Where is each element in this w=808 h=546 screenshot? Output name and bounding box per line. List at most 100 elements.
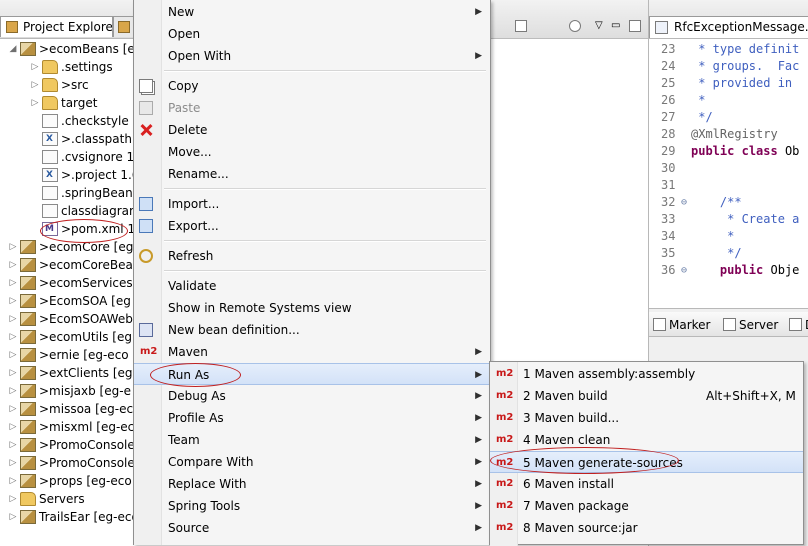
collapsed-arrow-icon[interactable]: ▷ bbox=[30, 58, 40, 76]
tree-item-missoa-eg-ec[interactable]: ▷ >missoa [eg-ec bbox=[0, 400, 134, 418]
tree-item-promoconsole[interactable]: ▷ >PromoConsole bbox=[0, 454, 135, 472]
tab-project-explorer[interactable]: Project Explorer bbox=[0, 16, 113, 37]
tree-item-ecomsoa-eg[interactable]: ▷ >EcomSOA [eg bbox=[0, 292, 134, 310]
expanded-arrow-icon[interactable]: ◢ bbox=[8, 40, 18, 58]
menu-item-rename[interactable]: Rename... bbox=[134, 163, 490, 185]
menu-item-label: Compare With bbox=[168, 455, 254, 469]
collapsed-arrow-icon[interactable]: ▷ bbox=[8, 382, 18, 400]
collapsed-arrow-icon[interactable]: ▷ bbox=[8, 328, 18, 346]
tree-item-label: >src bbox=[61, 78, 89, 92]
tree-item-promoconsole[interactable]: ▷ >PromoConsole bbox=[0, 436, 135, 454]
tree-item-props-eg-eco[interactable]: ▷ >props [eg-eco bbox=[0, 472, 134, 490]
collapsed-arrow-icon[interactable]: ▷ bbox=[30, 76, 40, 94]
tree-item-label: >missoa [eg-ec bbox=[39, 402, 134, 416]
collapsed-arrow-icon[interactable]: ▷ bbox=[8, 472, 18, 490]
tree-item-misxml-eg-ec[interactable]: ▷ >misxml [eg-ec bbox=[0, 418, 134, 436]
menu-item-show-in-remote-systems-view[interactable]: Show in Remote Systems view bbox=[134, 297, 490, 319]
fold-toggle-icon[interactable]: ⊖ bbox=[681, 262, 687, 279]
tree-item-settings[interactable]: ▷ .settings bbox=[0, 58, 134, 76]
tree-item-ecomutils-eg[interactable]: ▷ >ecomUtils [eg bbox=[0, 328, 134, 346]
tree-item-src[interactable]: ▷ >src bbox=[0, 76, 134, 94]
collapsed-arrow-icon[interactable]: ▷ bbox=[8, 274, 18, 292]
minimize-icon[interactable]: ▭ bbox=[611, 20, 623, 32]
tab-data[interactable]: Da bbox=[787, 315, 808, 335]
collapsed-arrow-icon[interactable]: ▷ bbox=[8, 292, 18, 310]
tree-item-ernie-eg-eco[interactable]: ▷ >ernie [eg-eco bbox=[0, 346, 134, 364]
menu-item-validate[interactable]: Validate bbox=[134, 275, 490, 297]
tree-item-project-1-6[interactable]: >.project 1.6 bbox=[0, 166, 139, 184]
menu-item-debug-as[interactable]: Debug As ▶ bbox=[134, 385, 490, 407]
collapsed-arrow-icon[interactable]: ▷ bbox=[8, 454, 18, 472]
collapsed-arrow-icon[interactable]: ▷ bbox=[30, 94, 40, 112]
tab-package-explorer[interactable] bbox=[113, 16, 134, 37]
tree-item-classpath[interactable]: >.classpath bbox=[0, 130, 134, 148]
menu-item-source[interactable]: Source ▶ bbox=[134, 517, 490, 539]
collapsed-arrow-icon[interactable]: ▷ bbox=[8, 490, 18, 508]
tree-item-target[interactable]: ▷ target bbox=[0, 94, 134, 112]
menu-item-export[interactable]: Export... bbox=[134, 215, 490, 237]
menu-item-delete[interactable]: Delete bbox=[134, 119, 490, 141]
menu-item-open-with[interactable]: Open With ▶ bbox=[134, 45, 490, 67]
menu-item-refresh[interactable]: Refresh bbox=[134, 245, 490, 267]
collapsed-arrow-icon[interactable]: ▷ bbox=[8, 310, 18, 328]
collapsed-arrow-icon[interactable]: ▷ bbox=[8, 418, 18, 436]
tree-item-extclients-eg[interactable]: ▷ >extClients [eg bbox=[0, 364, 134, 382]
submenu-item-1-maven-assembly-assembly[interactable]: m2 1 Maven assembly:assembly bbox=[490, 363, 803, 385]
tree-item-servers[interactable]: ▷ Servers bbox=[0, 490, 134, 508]
tree-item-misjaxb-eg-e[interactable]: ▷ >misjaxb [eg-e bbox=[0, 382, 134, 400]
submenu-item-6-maven-install[interactable]: m2 6 Maven install bbox=[490, 473, 803, 495]
fold-toggle-icon[interactable]: ⊖ bbox=[681, 194, 687, 211]
tree-item-ecomservices[interactable]: ▷ >ecomServices bbox=[0, 274, 134, 292]
submenu-item-label: 7 Maven package bbox=[523, 499, 629, 513]
menu-item-open[interactable]: Open bbox=[134, 23, 490, 45]
collapsed-arrow-icon[interactable]: ▷ bbox=[8, 364, 18, 382]
tab-markers[interactable]: Marker bbox=[651, 315, 710, 335]
submenu-item-5-maven-generate-sources[interactable]: m2 5 Maven generate-sources bbox=[490, 451, 803, 473]
menu-item-move[interactable]: Move... bbox=[134, 141, 490, 163]
tree-item-springbeans[interactable]: .springBeans bbox=[0, 184, 139, 202]
menu-item-spring-tools[interactable]: Spring Tools ▶ bbox=[134, 495, 490, 517]
menu-item-maven[interactable]: m2 Maven ▶ bbox=[134, 341, 490, 363]
submenu-item-4-maven-clean[interactable]: m2 4 Maven clean bbox=[490, 429, 803, 451]
menu-item-new[interactable]: New ▶ bbox=[134, 1, 490, 23]
collapsed-arrow-icon[interactable]: ▷ bbox=[8, 238, 18, 256]
line-number: 31 bbox=[661, 178, 676, 192]
tree-item-ecomcore-eg[interactable]: ▷ >ecomCore [eg bbox=[0, 238, 134, 256]
tree-item-ecombeans-eg[interactable]: ◢ >ecomBeans [eg bbox=[0, 40, 142, 58]
menu-item-import[interactable]: Import... bbox=[134, 193, 490, 215]
collapsed-arrow-icon[interactable]: ▷ bbox=[8, 400, 18, 418]
tree-item-cvsignore-1[interactable]: .cvsignore 1 bbox=[0, 148, 134, 166]
menu-item-compare-with[interactable]: Compare With ▶ bbox=[134, 451, 490, 473]
submenu-item-8-maven-source-jar[interactable]: m2 8 Maven source:jar bbox=[490, 517, 803, 539]
menu-item-run-as[interactable]: Run As ▶ bbox=[134, 363, 490, 385]
collapsed-arrow-icon[interactable]: ▷ bbox=[8, 508, 18, 526]
code-text: * type definit bbox=[691, 42, 800, 56]
menu-item-copy[interactable]: Copy bbox=[134, 75, 490, 97]
tree-item-trailsear-eg-eco[interactable]: ▷ TrailsEar [eg-eco bbox=[0, 508, 139, 526]
menu-item-replace-with[interactable]: Replace With ▶ bbox=[134, 473, 490, 495]
tree-item-ecomsoaweb[interactable]: ▷ >EcomSOAWeb bbox=[0, 310, 134, 328]
tab-rfcexceptionmessage[interactable]: RfcExceptionMessage. bbox=[649, 16, 808, 38]
tree-item-pom-xml-1[interactable]: >pom.xml 1 bbox=[0, 220, 135, 238]
submenu-item-3-maven-build[interactable]: m2 3 Maven build... bbox=[490, 407, 803, 429]
menu-item-team[interactable]: Team ▶ bbox=[134, 429, 490, 451]
editor-tab-label: RfcExceptionMessage. bbox=[674, 20, 808, 34]
collapsed-arrow-icon[interactable]: ▷ bbox=[8, 256, 18, 274]
menu-item-new-bean-definition[interactable]: New bean definition... bbox=[134, 319, 490, 341]
collapsed-arrow-icon[interactable]: ▷ bbox=[8, 436, 18, 454]
collapse-all-icon[interactable] bbox=[515, 20, 527, 32]
menu-item-profile-as[interactable]: Profile As ▶ bbox=[134, 407, 490, 429]
collapsed-arrow-icon[interactable]: ▷ bbox=[8, 346, 18, 364]
tab-servers[interactable]: Server bbox=[721, 315, 778, 335]
tree-item-checkstyle-1[interactable]: .checkstyle 1 bbox=[0, 112, 140, 130]
tree-item-ecomcorebean[interactable]: ▷ >ecomCoreBean bbox=[0, 256, 140, 274]
tree-item-classdiagram[interactable]: classdiagram bbox=[0, 202, 141, 220]
submenu-item-7-maven-package[interactable]: m2 7 Maven package bbox=[490, 495, 803, 517]
filter-icon[interactable] bbox=[569, 20, 581, 32]
folder-icon bbox=[42, 78, 58, 92]
project-explorer-icon bbox=[6, 21, 18, 33]
project-icon bbox=[20, 384, 36, 398]
view-menu-icon[interactable]: ▽ bbox=[595, 20, 607, 32]
maximize-icon[interactable] bbox=[629, 20, 641, 32]
submenu-item-2-maven-build[interactable]: m2 2 Maven build Alt+Shift+X, M bbox=[490, 385, 803, 407]
